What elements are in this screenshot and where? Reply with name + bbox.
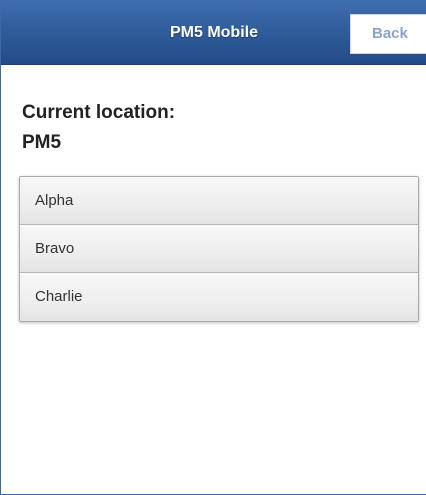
header-bar: PM5 Mobile Back	[1, 0, 426, 65]
list-item-bravo[interactable]: Bravo	[20, 225, 418, 273]
list-item-alpha[interactable]: Alpha	[20, 177, 418, 225]
back-button[interactable]: Back	[350, 14, 426, 54]
current-location-label: Current location:	[22, 102, 176, 123]
current-location-value: PM5	[22, 132, 62, 153]
app-frame: PM5 Mobile Back Current location: PM5 Al…	[0, 0, 426, 495]
location-list: Alpha Bravo Charlie	[19, 176, 419, 322]
list-item-charlie[interactable]: Charlie	[20, 273, 418, 321]
